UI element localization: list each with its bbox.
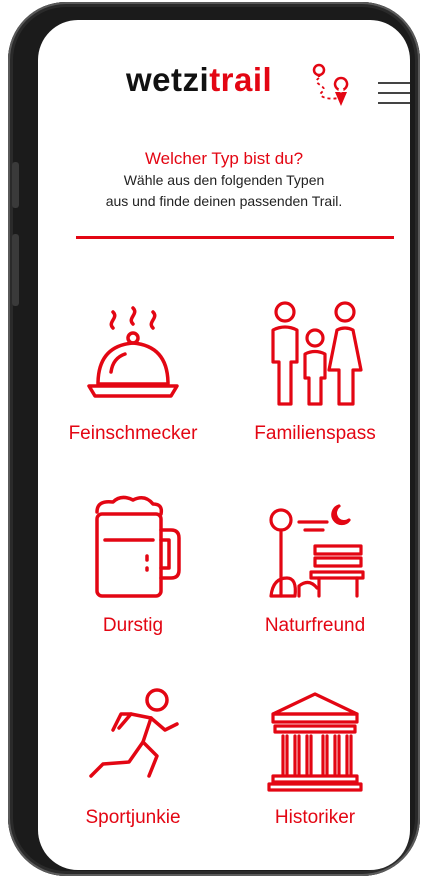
cloche-icon [87,306,179,398]
type-label: Familienspass [254,423,376,444]
intro-line-1: Wähle aus den folgenden Typen [123,172,325,188]
volume-up-button [12,162,19,208]
intro-section: Welcher Typ bist du? Wähle aus den folge… [38,148,410,212]
intro-line-2: aus und finde deinen passenden Trail. [105,193,343,209]
type-feinschmecker[interactable]: Feinschmecker [43,300,223,470]
route-pin-icon [312,63,349,106]
phone-frame: wetzitrail Welcher Typ bist du? Wähle au… [8,2,420,876]
type-sportjunkie[interactable]: Sportjunkie [43,684,223,854]
divider [76,236,394,239]
type-familienspass[interactable]: Familienspass [225,300,405,470]
intro-title: Welcher Typ bist du? [144,149,304,168]
logo-text-wetzi: wetzi [126,61,210,98]
type-naturfreund[interactable]: Naturfreund [225,492,405,662]
app-header: wetzitrail [38,20,410,130]
type-durstig[interactable]: Durstig [43,492,223,662]
type-historiker[interactable]: Historiker [225,684,405,854]
beer-mug-icon [95,495,181,598]
type-label: Durstig [102,615,164,636]
park-bench-icon [269,504,365,598]
type-label: Feinschmecker [68,423,198,444]
logo-text-trail: trail [209,61,273,98]
app-logo[interactable]: wetzitrail [126,60,272,100]
hamburger-menu-icon[interactable] [378,80,410,106]
type-label: Sportjunkie [85,807,181,828]
app-screen: wetzitrail Welcher Typ bist du? Wähle au… [38,20,410,870]
family-icon [271,301,363,406]
temple-icon [267,692,363,792]
runner-icon [89,688,179,778]
type-label: Naturfreund [264,615,366,636]
type-label: Historiker [274,807,356,828]
volume-down-button [12,234,19,306]
